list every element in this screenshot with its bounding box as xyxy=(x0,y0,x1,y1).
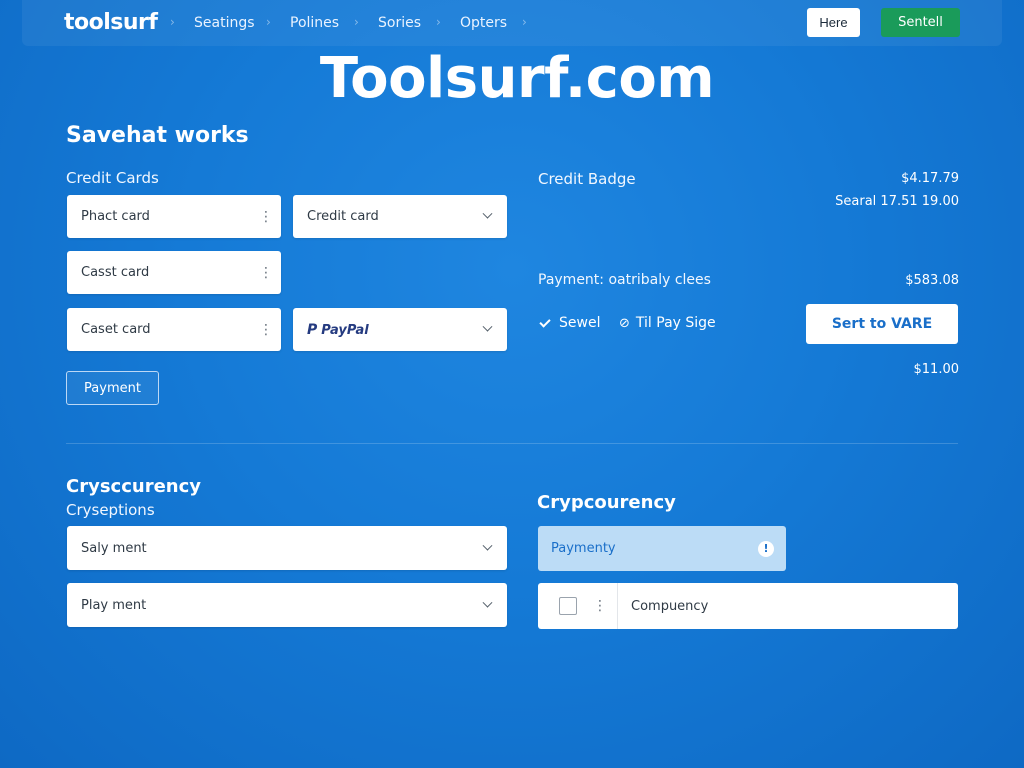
chevron-down-icon xyxy=(467,208,507,220)
payment-amount: $583.08 xyxy=(905,273,959,288)
hero-title: Toolsurf.com xyxy=(319,46,715,111)
sentell-button[interactable]: Sentell xyxy=(881,8,960,37)
check-icon xyxy=(539,315,551,328)
card-field-text: Caset card xyxy=(81,322,151,337)
payment-button[interactable]: Payment xyxy=(66,371,159,405)
option-label: Sewel xyxy=(559,315,601,331)
paypal-select[interactable]: P PayPal xyxy=(293,308,507,351)
card-field-text: Casst card xyxy=(81,265,150,280)
card-field-text: Phact card xyxy=(81,209,150,224)
option-label: Til Pay Sige xyxy=(635,315,716,331)
nav-item-seatings[interactable]: Seatings xyxy=(194,15,255,31)
crypto-subtitle: Cryseptions xyxy=(66,501,155,519)
select-value: Play ment xyxy=(81,597,147,613)
info-icon[interactable]: ! xyxy=(758,540,774,557)
kebab-menu-icon[interactable]: ⋮ xyxy=(251,265,281,281)
amount-subvalue: Searal 17.51 19.00 xyxy=(835,194,959,209)
nav-separator-icon: › xyxy=(436,15,441,29)
here-button[interactable]: Here xyxy=(807,8,860,37)
nav-item-sories[interactable]: Sories xyxy=(378,15,421,31)
select-value: Saly ment xyxy=(81,540,147,556)
crypto-title: Crysccurency xyxy=(66,476,201,497)
saly-ment-select[interactable]: Saly ment xyxy=(67,526,507,570)
sert-to-vare-button[interactable]: Sert to VARE xyxy=(806,304,958,344)
row-divider xyxy=(617,583,618,629)
nav-separator-icon: › xyxy=(522,15,527,29)
nav-item-polines[interactable]: Polines xyxy=(290,15,339,31)
select-value: Credit card xyxy=(307,209,379,224)
paypal-icon: P xyxy=(307,321,318,338)
row-checkbox[interactable] xyxy=(559,597,577,615)
nav-item-opters[interactable]: Opters xyxy=(460,15,507,31)
chevron-down-icon xyxy=(467,540,507,552)
paypal-logo: P PayPal xyxy=(307,322,467,338)
payment-line-label: Payment: oatribaly clees xyxy=(538,272,711,288)
paypal-wordmark-b: Pal xyxy=(346,322,369,338)
nav-separator-icon: › xyxy=(354,15,359,29)
crypto-right-title: Crypcourency xyxy=(537,492,676,513)
amount-value: $4.17.79 xyxy=(901,171,959,186)
kebab-menu-icon[interactable]: ⋮ xyxy=(251,322,281,338)
option-sewel[interactable]: Sewel xyxy=(539,315,601,331)
option-til-pay-sige[interactable]: ⊘ Til Pay Sige xyxy=(619,315,716,331)
compuency-row[interactable]: ⋮ Compuency xyxy=(538,583,958,629)
kebab-menu-icon[interactable]: ⋮ xyxy=(251,209,281,225)
card-field-caset[interactable]: Caset card ⋮ xyxy=(67,308,281,351)
nav-separator-icon: › xyxy=(170,15,175,29)
link-icon: ⊘ xyxy=(619,315,630,331)
credit-cards-label: Credit Cards xyxy=(66,169,159,187)
chevron-down-icon xyxy=(467,321,507,333)
card-field-casst[interactable]: Casst card ⋮ xyxy=(67,251,281,294)
paypal-wordmark-a: Pay xyxy=(321,322,347,338)
credit-card-select[interactable]: Credit card xyxy=(293,195,507,238)
chevron-down-icon xyxy=(467,597,507,609)
paymenty-chip[interactable]: Paymenty ! xyxy=(538,526,786,571)
section-title: Savehat works xyxy=(66,123,249,148)
row-label: Compuency xyxy=(631,598,709,614)
drag-handle-icon[interactable]: ⋮ xyxy=(583,598,617,614)
chip-label: Paymenty xyxy=(551,541,616,556)
nav-separator-icon: › xyxy=(266,15,271,29)
card-field-phact[interactable]: Phact card ⋮ xyxy=(67,195,281,238)
play-ment-select[interactable]: Play ment xyxy=(67,583,507,627)
total-amount: $11.00 xyxy=(913,362,960,377)
section-divider xyxy=(66,443,958,444)
credit-badge-label: Credit Badge xyxy=(538,170,636,188)
brand-logo[interactable]: toolsurf xyxy=(64,10,158,35)
